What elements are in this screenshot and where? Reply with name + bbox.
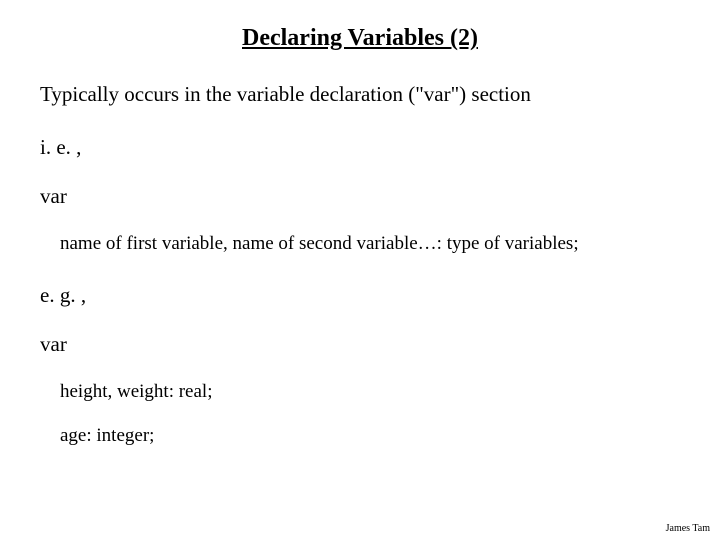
ie-label: i. e. , (40, 135, 680, 160)
intro-text: Typically occurs in the variable declara… (40, 82, 680, 107)
slide-title: Declaring Variables (2) (40, 25, 680, 52)
var-keyword-1: var (40, 184, 680, 209)
syntax-pattern: name of first variable, name of second v… (60, 233, 680, 255)
var-keyword-2: var (40, 332, 680, 357)
example-real: height, weight: real; (60, 381, 680, 403)
example-integer: age: integer; (60, 425, 680, 447)
eg-label: e. g. , (40, 283, 680, 308)
footer-author: James Tam (666, 523, 710, 534)
